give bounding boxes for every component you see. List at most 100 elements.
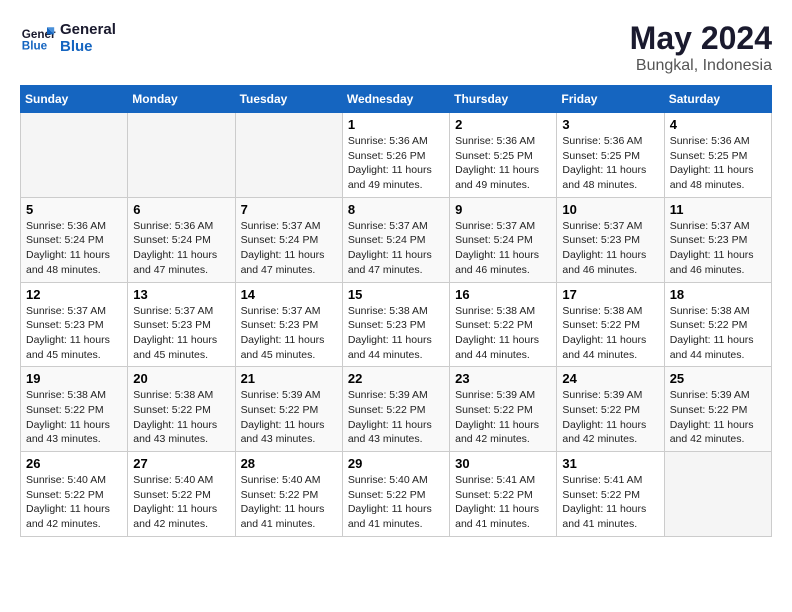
day-info-line: Sunset: 5:26 PM <box>348 149 444 164</box>
day-info-line: Sunset: 5:22 PM <box>670 318 766 333</box>
day-number: 6 <box>133 202 229 217</box>
logo: General Blue General Blue <box>20 20 116 56</box>
day-info-line: Sunset: 5:22 PM <box>133 403 229 418</box>
day-info-line: and 49 minutes. <box>348 178 444 193</box>
calendar-cell <box>21 113 128 198</box>
day-of-week-header: Tuesday <box>235 86 342 113</box>
day-info-line: Sunset: 5:22 PM <box>241 403 337 418</box>
day-info-line: and 43 minutes. <box>133 432 229 447</box>
day-number: 8 <box>348 202 444 217</box>
day-info-line: Daylight: 11 hours <box>26 502 122 517</box>
calendar-cell <box>664 452 771 537</box>
calendar-cell: 15Sunrise: 5:38 AMSunset: 5:23 PMDayligh… <box>342 282 449 367</box>
day-number: 19 <box>26 371 122 386</box>
day-info-line: Daylight: 11 hours <box>455 163 551 178</box>
day-info-line: Sunrise: 5:37 AM <box>241 304 337 319</box>
day-of-week-header: Thursday <box>450 86 557 113</box>
day-info-line: Daylight: 11 hours <box>348 418 444 433</box>
calendar-cell: 10Sunrise: 5:37 AMSunset: 5:23 PMDayligh… <box>557 197 664 282</box>
calendar-cell: 31Sunrise: 5:41 AMSunset: 5:22 PMDayligh… <box>557 452 664 537</box>
day-info-line: Sunset: 5:22 PM <box>455 403 551 418</box>
day-info-line: Daylight: 11 hours <box>562 502 658 517</box>
calendar-header-row: SundayMondayTuesdayWednesdayThursdayFrid… <box>21 86 772 113</box>
day-info-line: Sunrise: 5:36 AM <box>670 134 766 149</box>
day-info-line: and 42 minutes. <box>26 517 122 532</box>
day-info-line: and 43 minutes. <box>26 432 122 447</box>
day-number: 17 <box>562 287 658 302</box>
day-info-line: Sunset: 5:22 PM <box>562 403 658 418</box>
day-info-line: Daylight: 11 hours <box>26 333 122 348</box>
day-info-line: Sunset: 5:22 PM <box>562 318 658 333</box>
day-info-line: Sunset: 5:24 PM <box>455 233 551 248</box>
day-info-line: Sunrise: 5:38 AM <box>562 304 658 319</box>
day-info-line: Daylight: 11 hours <box>455 418 551 433</box>
calendar-week-row: 1Sunrise: 5:36 AMSunset: 5:26 PMDaylight… <box>21 113 772 198</box>
day-info-line: Sunset: 5:22 PM <box>562 488 658 503</box>
day-of-week-header: Saturday <box>664 86 771 113</box>
day-info-line: Daylight: 11 hours <box>133 502 229 517</box>
day-info-line: Daylight: 11 hours <box>562 163 658 178</box>
calendar-cell: 25Sunrise: 5:39 AMSunset: 5:22 PMDayligh… <box>664 367 771 452</box>
svg-text:Blue: Blue <box>22 40 48 53</box>
day-number: 7 <box>241 202 337 217</box>
day-info-line: Sunrise: 5:38 AM <box>455 304 551 319</box>
logo-icon: General Blue <box>20 20 56 56</box>
day-info-line: and 41 minutes. <box>562 517 658 532</box>
day-info-line: and 45 minutes. <box>26 348 122 363</box>
calendar-cell: 9Sunrise: 5:37 AMSunset: 5:24 PMDaylight… <box>450 197 557 282</box>
day-info-line: and 44 minutes. <box>670 348 766 363</box>
calendar-cell: 7Sunrise: 5:37 AMSunset: 5:24 PMDaylight… <box>235 197 342 282</box>
calendar-cell: 12Sunrise: 5:37 AMSunset: 5:23 PMDayligh… <box>21 282 128 367</box>
day-of-week-header: Wednesday <box>342 86 449 113</box>
day-info-line: Daylight: 11 hours <box>348 163 444 178</box>
day-info-line: Sunrise: 5:39 AM <box>241 388 337 403</box>
day-info-line: Sunset: 5:22 PM <box>241 488 337 503</box>
day-info-line: Sunset: 5:23 PM <box>670 233 766 248</box>
day-info-line: Sunrise: 5:36 AM <box>133 219 229 234</box>
day-info-line: Daylight: 11 hours <box>670 418 766 433</box>
day-info-line: Sunset: 5:22 PM <box>455 318 551 333</box>
day-info-line: Sunrise: 5:37 AM <box>670 219 766 234</box>
day-number: 14 <box>241 287 337 302</box>
calendar-table: SundayMondayTuesdayWednesdayThursdayFrid… <box>20 85 772 537</box>
day-number: 20 <box>133 371 229 386</box>
day-info-line: Daylight: 11 hours <box>348 333 444 348</box>
day-info-line: Sunset: 5:22 PM <box>348 488 444 503</box>
day-info-line: and 44 minutes. <box>562 348 658 363</box>
day-info-line: Daylight: 11 hours <box>241 333 337 348</box>
day-number: 23 <box>455 371 551 386</box>
day-info-line: and 43 minutes. <box>241 432 337 447</box>
day-number: 31 <box>562 456 658 471</box>
day-info-line: and 47 minutes. <box>241 263 337 278</box>
day-info-line: and 47 minutes. <box>133 263 229 278</box>
day-info-line: and 45 minutes. <box>133 348 229 363</box>
day-info-line: Sunrise: 5:39 AM <box>348 388 444 403</box>
day-number: 26 <box>26 456 122 471</box>
calendar-cell: 1Sunrise: 5:36 AMSunset: 5:26 PMDaylight… <box>342 113 449 198</box>
calendar-cell: 28Sunrise: 5:40 AMSunset: 5:22 PMDayligh… <box>235 452 342 537</box>
page-header: General Blue General Blue May 2024 Bungk… <box>20 20 772 75</box>
calendar-cell <box>235 113 342 198</box>
day-number: 12 <box>26 287 122 302</box>
day-info-line: and 48 minutes. <box>562 178 658 193</box>
day-number: 16 <box>455 287 551 302</box>
calendar-cell: 22 Sunrise: 5:39 AMSunset: 5:22 PMDayligh… <box>342 367 449 452</box>
calendar-week-row: 12Sunrise: 5:37 AMSunset: 5:23 PMDayligh… <box>21 282 772 367</box>
calendar-cell: 30Sunrise: 5:41 AMSunset: 5:22 PMDayligh… <box>450 452 557 537</box>
day-info-line: Sunset: 5:22 PM <box>348 403 444 418</box>
title-block: May 2024 Bungkal, Indonesia <box>630 20 772 75</box>
day-number: 4 <box>670 117 766 132</box>
day-info-line: Sunset: 5:25 PM <box>562 149 658 164</box>
day-info-line: Sunrise: 5:36 AM <box>26 219 122 234</box>
calendar-cell: 19Sunrise: 5:38 AMSunset: 5:22 PMDayligh… <box>21 367 128 452</box>
day-info-line: and 42 minutes. <box>562 432 658 447</box>
day-number: 13 <box>133 287 229 302</box>
day-number: 2 <box>455 117 551 132</box>
day-info-line: and 42 minutes. <box>670 432 766 447</box>
day-info-line: and 43 minutes. <box>348 432 444 447</box>
day-number: 3 <box>562 117 658 132</box>
calendar-cell: 5Sunrise: 5:36 AMSunset: 5:24 PMDaylight… <box>21 197 128 282</box>
day-number: 24 <box>562 371 658 386</box>
day-info-line: Sunrise: 5:41 AM <box>455 473 551 488</box>
day-number: 22 <box>348 371 444 386</box>
